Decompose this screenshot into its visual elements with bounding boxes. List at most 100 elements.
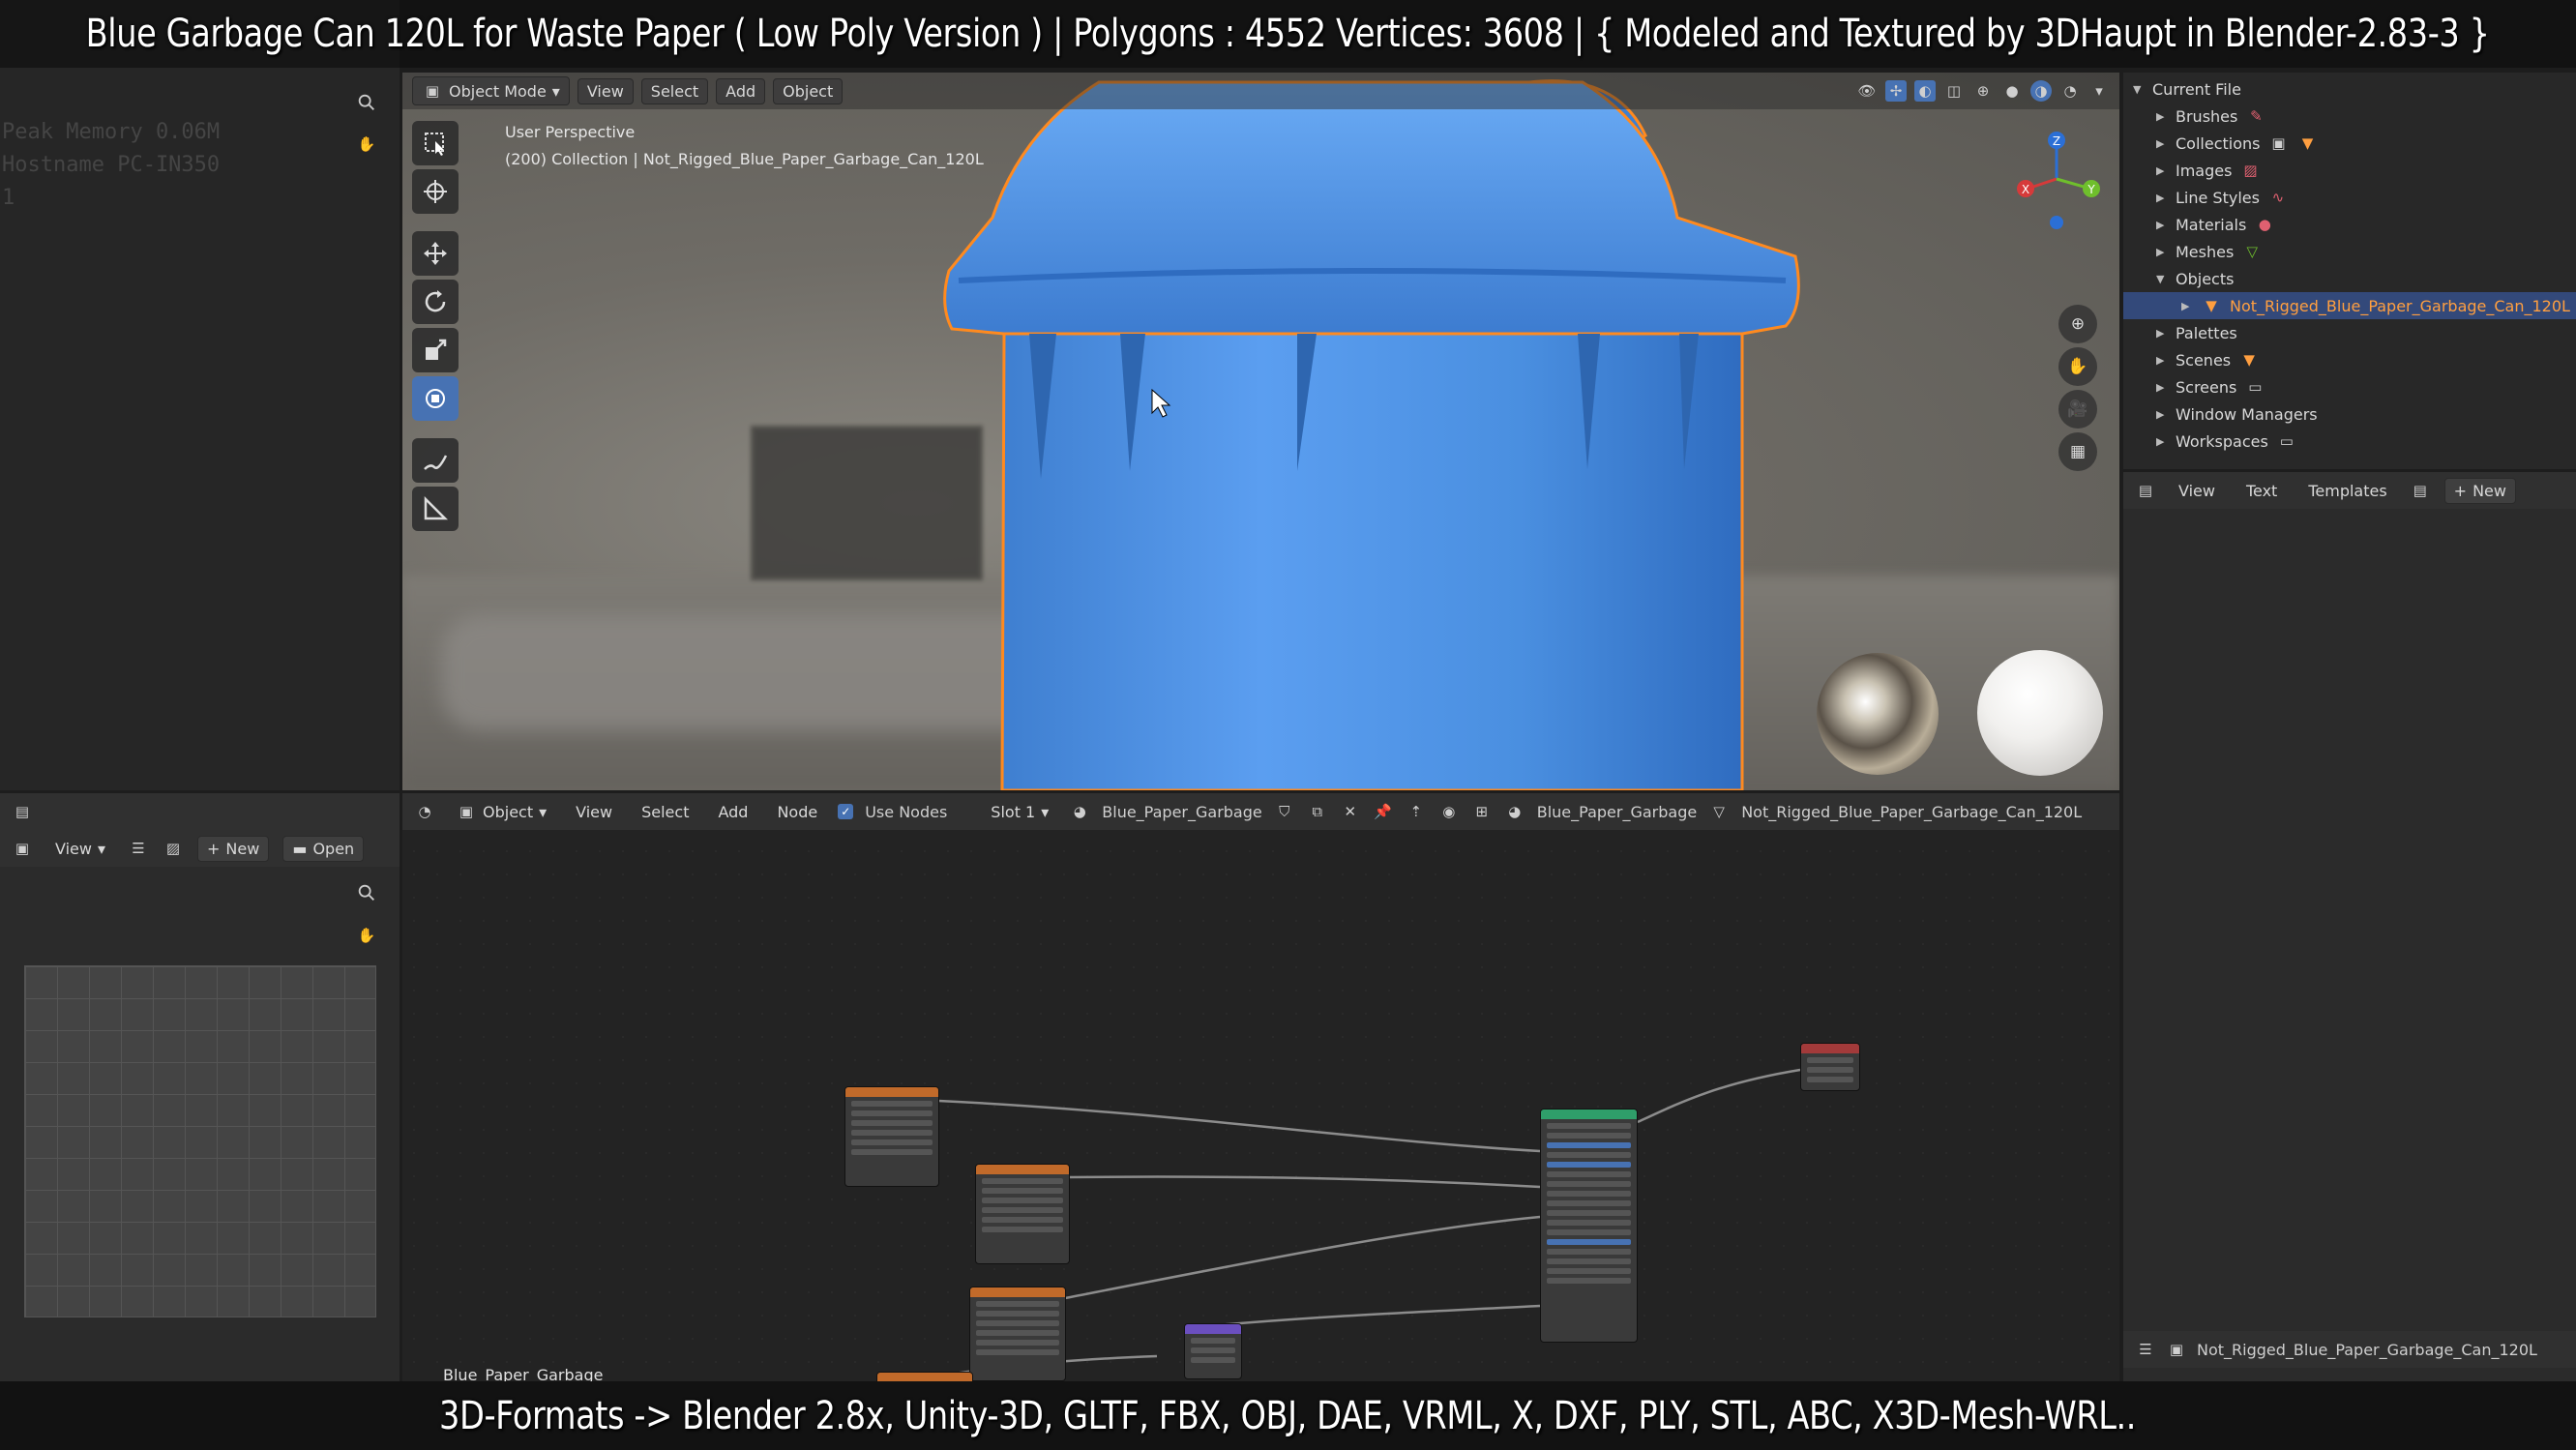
mesh-icon: ▽ (2246, 243, 2259, 260)
annotate-tool-icon[interactable] (412, 438, 459, 483)
principled-bsdf-node[interactable] (1540, 1109, 1638, 1343)
image-editor-top-header: ▤ (0, 793, 400, 830)
wireframe-shading-icon[interactable]: ⊕ (1972, 80, 1994, 102)
outliner-item-window-managers[interactable]: ▶ Window Managers (2123, 400, 2576, 428)
image-menu-view[interactable]: View ▾ (46, 837, 114, 861)
image-texture-node-3[interactable] (969, 1287, 1066, 1381)
node-links (937, 1068, 1801, 1376)
scene-icon: ▼ (2243, 351, 2255, 369)
camera-view-icon[interactable]: 🎥 (2058, 390, 2097, 429)
text-menu-text[interactable]: Text (2237, 479, 2286, 503)
visibility-icon[interactable]: 👁 (1856, 80, 1878, 102)
image-editor-icon[interactable]: ▣ (12, 838, 33, 859)
svg-text:Z: Z (2053, 134, 2060, 148)
outliner-item-brushes[interactable]: ▶ Brushes ✎ (2123, 103, 2576, 130)
expand-triangle-icon: ▶ (2156, 109, 2165, 123)
outliner-item-scenes[interactable]: ▶ Scenes ▼ (2123, 346, 2576, 373)
image-texture-node-1[interactable] (844, 1086, 939, 1187)
shader-node-editor[interactable]: ◔ ▣ Object ▾ View Select Add Node ✓ Use N… (402, 793, 2119, 1381)
hdri-diffuse-preview (1977, 650, 2103, 776)
properties-footer: ☰ ▣ Not_Rigged_Blue_Paper_Garbage_Can_12… (2123, 1331, 2576, 1368)
image-new-button[interactable]: + New (197, 835, 270, 862)
transform-tool-icon[interactable] (412, 376, 459, 421)
xray-icon[interactable]: ◫ (1943, 80, 1965, 102)
normal-map-node[interactable] (1184, 1323, 1242, 1379)
menu-icon[interactable]: ☰ (128, 838, 149, 859)
rotate-tool-icon[interactable] (412, 280, 459, 324)
cursor-tool-icon[interactable] (412, 169, 459, 214)
formats-overlay-text: 3D-Formats -> Blender 2.8x, Unity-3D, GL… (439, 1393, 2137, 1438)
mode-dropdown[interactable]: ▣ Object Mode ▾ (412, 76, 570, 105)
zoom-icon[interactable] (356, 882, 377, 903)
ortho-toggle-icon[interactable]: ▦ (2058, 432, 2097, 471)
move-tool-icon[interactable] (412, 231, 459, 276)
partial-node[interactable] (876, 1372, 973, 1381)
expand-triangle-icon: ▶ (2181, 299, 2190, 312)
image-editor: ▤ ▣ View ▾ ☰ ▨ + New ▬ Open ✋ (0, 793, 400, 1381)
svg-text:Y: Y (2087, 183, 2095, 196)
viewport-menu-object[interactable]: Object (773, 77, 844, 104)
select-box-tool-icon[interactable] (412, 121, 459, 165)
properties-editor-icon[interactable]: ☰ (2135, 1339, 2156, 1360)
viewport-menu-select[interactable]: Select (640, 77, 709, 104)
svg-text:X: X (2022, 183, 2029, 196)
object-data-icon: ▣ (2169, 1341, 2184, 1358)
outliner-item-palettes[interactable]: ▶ Palettes (2123, 319, 2576, 346)
object-icon: ▼ (2206, 297, 2217, 314)
viewport-info: User Perspective (200) Collection | Not_… (505, 119, 984, 173)
expand-triangle-icon: ▶ (2156, 407, 2165, 421)
console-text: Peak Memory 0.06M Hostname PC-IN350 1 (2, 120, 221, 210)
rendered-shading-icon[interactable]: ◔ (2059, 80, 2081, 102)
outliner-item-garbage-can-object[interactable]: ▶ ▼ Not_Rigged_Blue_Paper_Garbage_Can_120L (2123, 292, 2576, 319)
3d-viewport[interactable]: ▣ Object Mode ▾ View Select Add Object 👁 … (402, 73, 2119, 790)
footer-object-name: Not_Rigged_Blue_Paper_Garbage_Can_120L (2197, 1340, 2537, 1359)
expand-triangle-icon: ▶ (2156, 191, 2165, 204)
collection-label: (200) Collection | Not_Rigged_Blue_Paper… (505, 150, 984, 168)
text-menu-view[interactable]: View (2170, 479, 2224, 503)
outliner-root[interactable]: ▼ Current File (2123, 75, 2576, 103)
gizmo-toggle-icon[interactable]: ✢ (1885, 80, 1907, 102)
material-output-node[interactable] (1800, 1043, 1860, 1091)
editor-type-icon[interactable]: ▤ (12, 801, 33, 822)
outliner-item-workspaces[interactable]: ▶ Workspaces ▭ (2123, 428, 2576, 455)
perspective-label: User Perspective (505, 123, 636, 141)
outliner-item-screens[interactable]: ▶ Screens ▭ (2123, 373, 2576, 400)
pan-hand-icon[interactable]: ✋ (356, 925, 377, 946)
linestyle-icon: ∿ (2271, 189, 2285, 206)
pan-view-icon[interactable]: ✋ (2058, 347, 2097, 386)
outliner-item-images[interactable]: ▶ Images ▨ (2123, 157, 2576, 184)
text-browse-icon[interactable]: ▤ (2410, 480, 2431, 501)
outliner-item-collections[interactable]: ▶ Collections ▣ ▼ (2123, 130, 2576, 157)
image-open-button[interactable]: ▬ Open (282, 835, 365, 862)
outliner-item-materials[interactable]: ▶ Materials ● (2123, 211, 2576, 238)
chevron-down-icon[interactable]: ▾ (2088, 80, 2110, 102)
text-editor-header: ▤ View Text Templates ▤ + New (2123, 472, 2576, 509)
brush-icon: ✎ (2250, 107, 2263, 125)
text-menu-templates[interactable]: Templates (2299, 479, 2395, 503)
scale-tool-icon[interactable] (412, 328, 459, 372)
material-footer-label: Blue_Paper_Garbage (443, 1366, 604, 1381)
text-new-button[interactable]: + New (2443, 477, 2516, 504)
viewport-menu-view[interactable]: View (577, 77, 634, 104)
mesh-data-icon: ▼ (2301, 134, 2314, 152)
navigation-gizmo[interactable]: Z X Y (2008, 121, 2105, 237)
outliner-item-meshes[interactable]: ▶ Meshes ▽ (2123, 238, 2576, 265)
measure-tool-icon[interactable] (412, 487, 459, 531)
empty-image-canvas[interactable] (24, 965, 376, 1317)
zoom-view-icon[interactable]: ⊕ (2058, 305, 2097, 343)
outliner-item-line-styles[interactable]: ▶ Line Styles ∿ (2123, 184, 2576, 211)
folder-icon: ▬ (292, 839, 308, 858)
solid-shading-icon[interactable]: ● (2001, 80, 2023, 102)
workspace-icon: ▭ (2279, 432, 2294, 450)
outliner-item-objects[interactable]: ▼ Objects (2123, 265, 2576, 292)
pan-hand-icon[interactable]: ✋ (356, 133, 377, 155)
overlay-toggle-icon[interactable]: ◐ (1914, 80, 1936, 102)
material-shading-icon[interactable]: ◑ (2030, 80, 2052, 102)
image-browse-icon[interactable]: ▨ (163, 838, 184, 859)
image-editor-header: ▣ View ▾ ☰ ▨ + New ▬ Open (0, 830, 400, 867)
zoom-icon[interactable] (356, 92, 377, 113)
editor-type-icon[interactable]: ▤ (2135, 480, 2156, 501)
viewport-menu-add[interactable]: Add (716, 77, 766, 104)
image-texture-node-2[interactable] (975, 1164, 1070, 1264)
collection-icon: ▣ (2271, 134, 2286, 152)
